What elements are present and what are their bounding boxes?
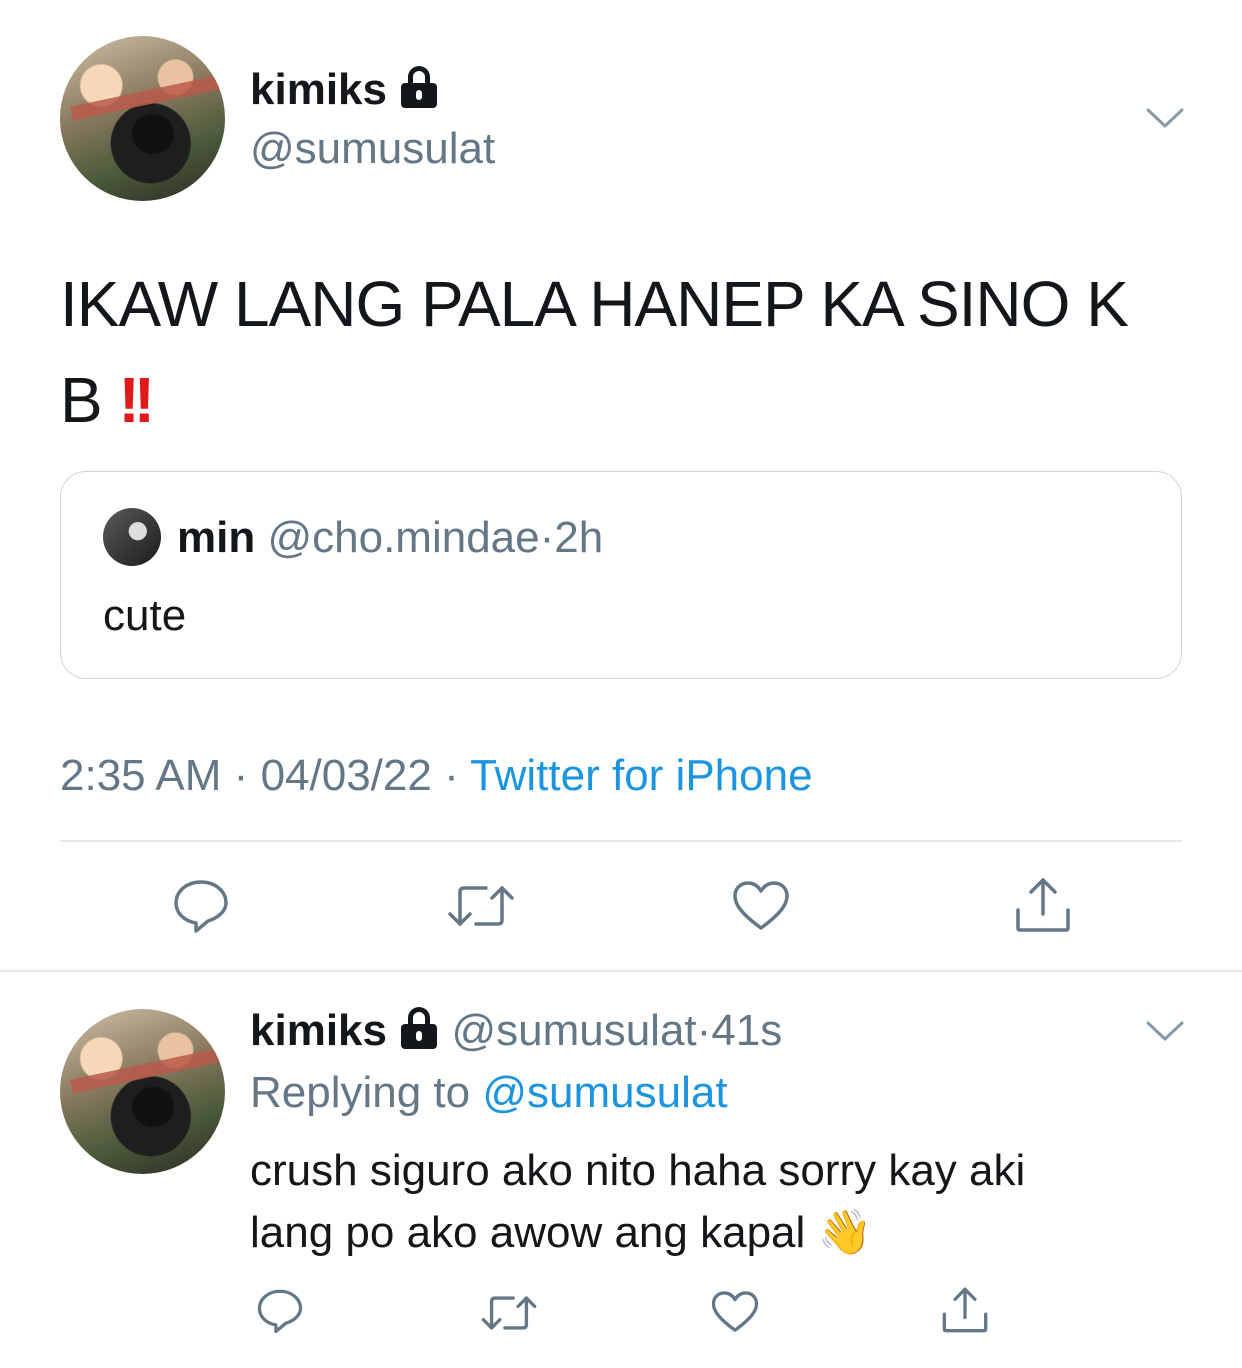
tweet-time: 2:35 AM bbox=[60, 751, 222, 800]
heart-icon[interactable] bbox=[732, 880, 790, 932]
tweet-source-link[interactable]: Twitter for iPhone bbox=[470, 751, 812, 800]
quoted-tweet[interactable]: min @cho.mindae·2h cute bbox=[60, 471, 1182, 679]
quoted-avatar[interactable] bbox=[103, 508, 161, 566]
reply-text-line2: lang po ako awow ang kapal bbox=[250, 1208, 806, 1257]
tweet-text: IKAW LANG PALA HANEP KA SINO K B !! bbox=[60, 256, 1129, 448]
quoted-text: cute bbox=[103, 591, 187, 640]
author-name-row[interactable]: kimiks bbox=[250, 64, 439, 116]
tweet-text-line2-row: B !! bbox=[60, 352, 1128, 448]
section-divider bbox=[0, 970, 1242, 972]
tweet-meta: 2:35 AM · 04/03/22 · Twitter for iPhone bbox=[60, 750, 813, 802]
quoted-header: min @cho.mindae·2h bbox=[177, 512, 603, 564]
lock-icon bbox=[399, 1007, 439, 1049]
reply-reply-icon[interactable] bbox=[256, 1288, 304, 1334]
author-handle[interactable]: @sumusulat bbox=[250, 123, 495, 175]
reply-author-avatar[interactable] bbox=[60, 1009, 225, 1174]
reply-text-line1: crush siguro ako nito haha sorry kay aki bbox=[250, 1146, 1026, 1195]
waving-hand-emoji: 👋 bbox=[817, 1208, 873, 1257]
double-exclamation-emoji: !! bbox=[118, 364, 155, 436]
reply-text-line2-row: lang po ako awow ang kapal 👋 bbox=[250, 1202, 1025, 1264]
reply-chevron-down-icon[interactable] bbox=[1146, 1019, 1184, 1043]
share-icon[interactable] bbox=[1014, 876, 1072, 934]
tweet-text-line1: IKAW LANG PALA HANEP KA SINO K bbox=[60, 268, 1129, 340]
quoted-name[interactable]: min bbox=[177, 513, 255, 562]
reply-retweet-icon[interactable] bbox=[480, 1291, 538, 1335]
tweet-text-line2: B bbox=[60, 364, 103, 436]
replying-to-handle[interactable]: @sumusulat bbox=[482, 1068, 727, 1117]
author-name[interactable]: kimiks bbox=[250, 65, 387, 114]
chevron-down-icon[interactable] bbox=[1146, 106, 1184, 130]
reply-heart-icon[interactable] bbox=[711, 1290, 759, 1334]
replying-to: Replying to @sumusulat bbox=[250, 1067, 728, 1119]
meta-dot-2: · bbox=[444, 751, 459, 800]
replying-to-label: Replying to bbox=[250, 1068, 471, 1117]
reply-author-handle[interactable]: @sumusulat bbox=[451, 1006, 696, 1055]
quoted-dot: · bbox=[539, 513, 555, 562]
lock-icon bbox=[399, 66, 439, 108]
divider bbox=[60, 840, 1182, 842]
reply-share-icon[interactable] bbox=[941, 1286, 989, 1334]
quoted-handle[interactable]: @cho.mindae bbox=[267, 513, 539, 562]
meta-dot-1: · bbox=[233, 751, 249, 800]
reply-author-name[interactable]: kimiks bbox=[250, 1006, 387, 1055]
reply-time: 41s bbox=[711, 1006, 783, 1055]
retweet-icon[interactable] bbox=[446, 880, 516, 932]
quoted-time: 2h bbox=[554, 513, 604, 562]
tweet-date: 04/03/22 bbox=[260, 751, 432, 800]
author-avatar[interactable] bbox=[60, 36, 225, 201]
reply-icon[interactable] bbox=[172, 878, 230, 934]
reply-header: kimiks @sumusulat·41s bbox=[250, 1005, 782, 1057]
reply-text: crush siguro ako nito haha sorry kay aki… bbox=[250, 1140, 1025, 1264]
reply-dot: · bbox=[696, 1006, 712, 1055]
